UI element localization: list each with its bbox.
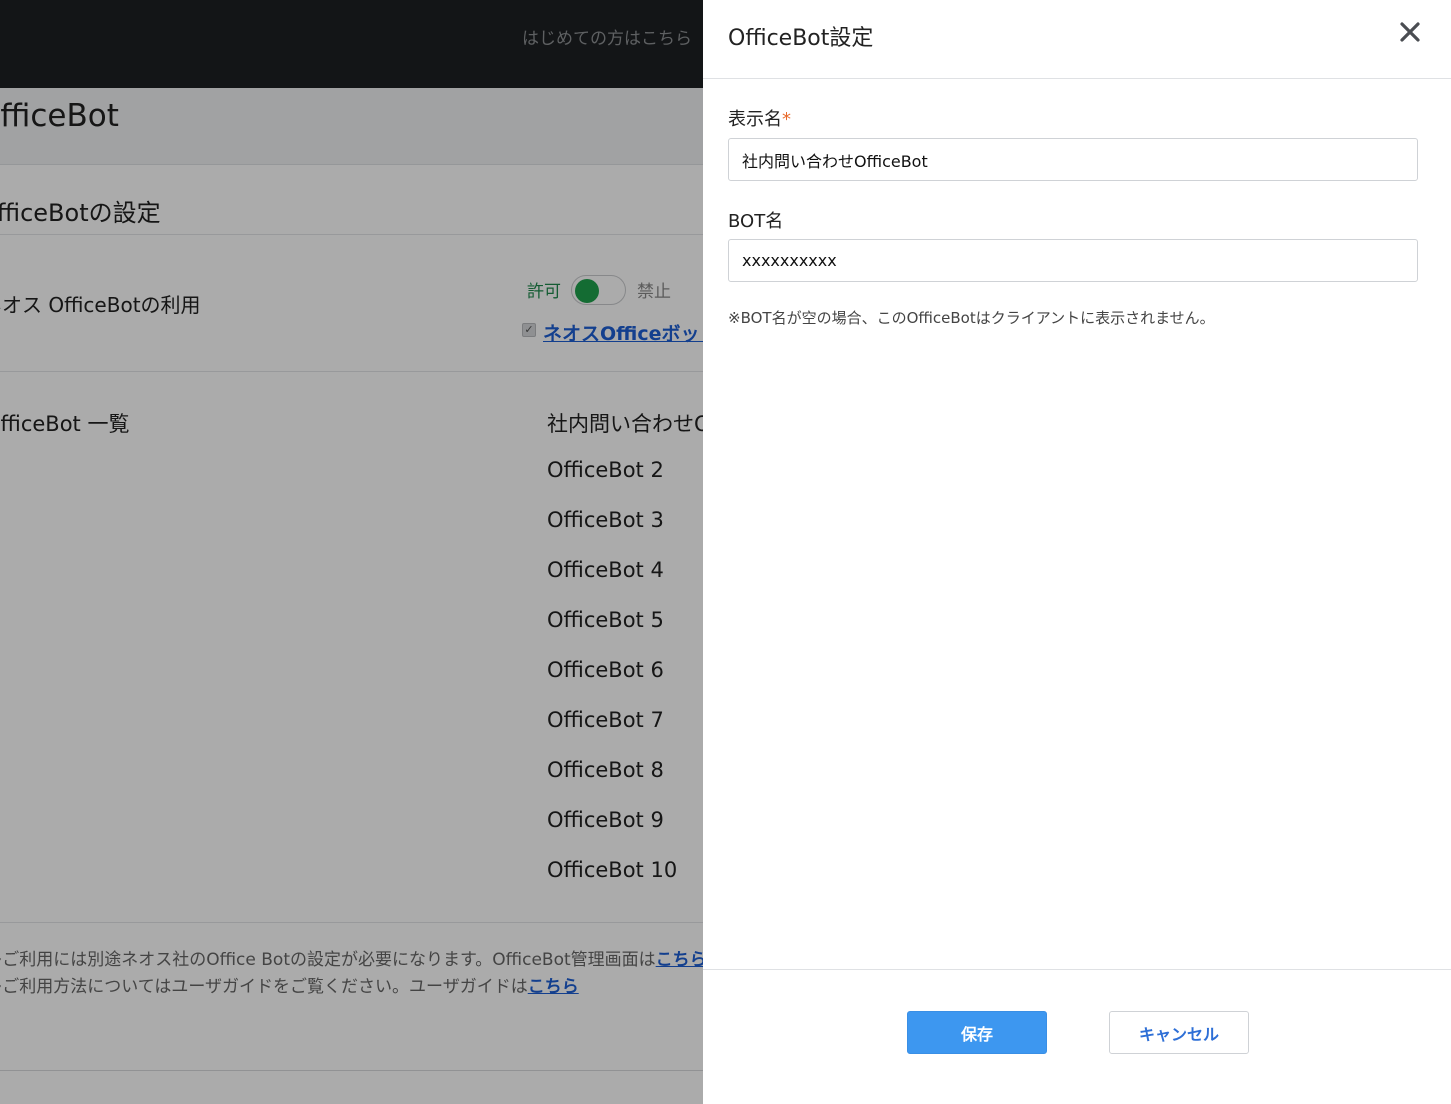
display-name-label: 表示名* [728, 105, 791, 131]
display-name-input[interactable] [728, 138, 1418, 181]
save-button[interactable]: 保存 [907, 1011, 1047, 1054]
bot-name-input[interactable] [728, 239, 1418, 282]
drawer-title: OfficeBot設定 [728, 26, 874, 51]
drawer-header-divider [703, 78, 1451, 79]
required-mark: * [782, 109, 791, 130]
officebot-settings-drawer: OfficeBot設定 表示名* BOT名 ※BOT名が空の場合、このOffic… [703, 0, 1451, 1104]
bot-name-label: BOT名 [728, 211, 784, 232]
close-icon [1400, 22, 1420, 42]
close-button[interactable] [1395, 17, 1425, 47]
drawer-footer-divider [703, 969, 1451, 970]
bot-name-note: ※BOT名が空の場合、このOfficeBotはクライアントに表示されません。 [728, 309, 1215, 327]
display-name-label-text: 表示名 [728, 109, 782, 130]
cancel-button[interactable]: キャンセル [1109, 1011, 1249, 1054]
